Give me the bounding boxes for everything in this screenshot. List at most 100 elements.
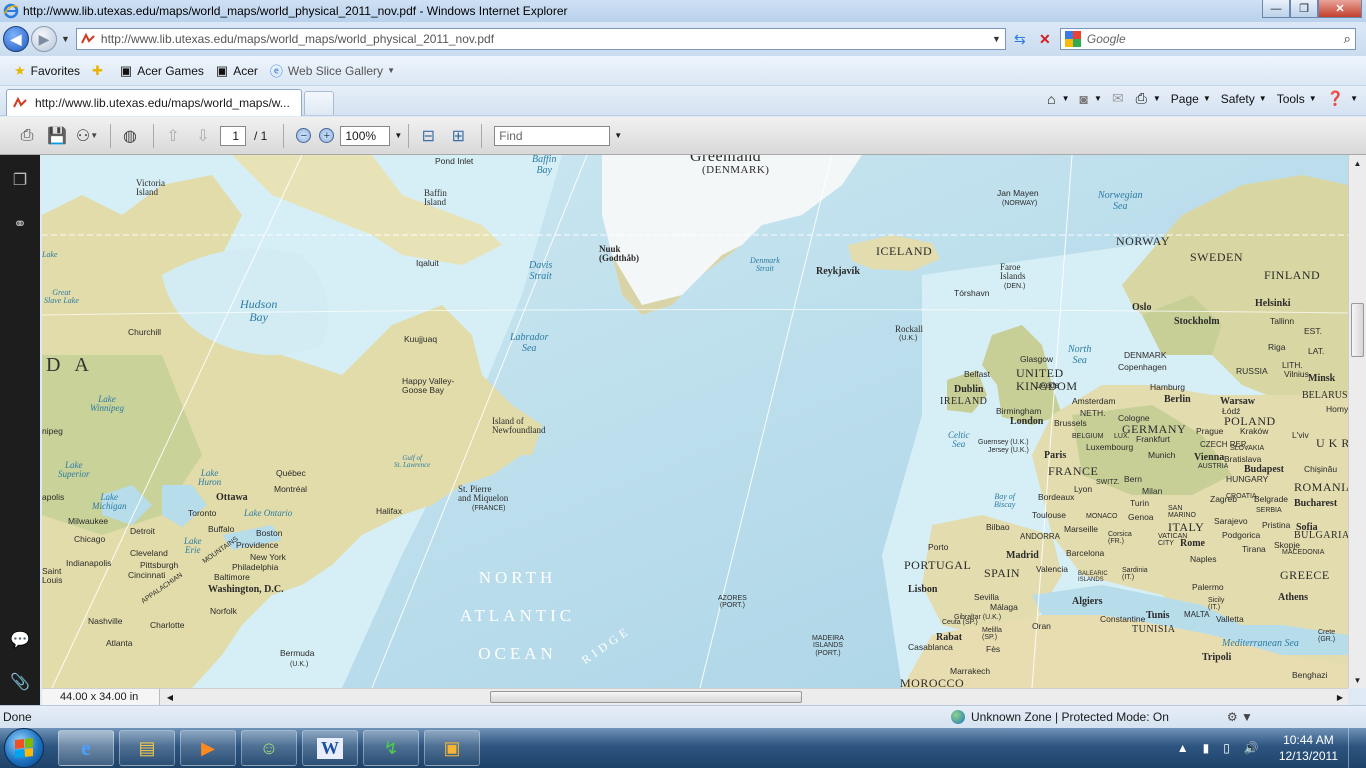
address-url[interactable]: http://www.lib.utexas.edu/maps/world_map… <box>101 32 988 46</box>
show-desktop-button[interactable] <box>1348 728 1360 768</box>
map-label: ANDORRA <box>1020 532 1061 541</box>
zoom-level-input[interactable]: 100% <box>340 125 391 146</box>
fav-item-acer[interactable]: ▣ Acer <box>216 63 258 79</box>
zoom-dropdown[interactable]: ▼ <box>394 131 402 140</box>
mail-button[interactable]: ✉ <box>1112 90 1126 107</box>
scroll-left-button[interactable]: ◀ <box>162 689 178 705</box>
scroll-right-button[interactable]: ▶ <box>1332 689 1348 705</box>
map-label: AUSTRIA <box>1198 463 1229 470</box>
battery-icon[interactable]: ▯ <box>1223 741 1230 755</box>
page-menu[interactable]: Page ▼ <box>1171 92 1211 106</box>
scroll-up-button[interactable]: ▲ <box>1349 155 1366 171</box>
map-label: Montréal <box>274 484 308 494</box>
pdf-toolbar: ⎙ 💾 ⚇ ▼ ◍ ⇧ ⇩ 1 / 1 − + 100% ▼ ⊟ ⊞ Find ▼ <box>0 117 1366 155</box>
map-label: Sardinia (IT.) <box>1122 567 1148 582</box>
back-button[interactable]: ◀ <box>3 26 29 52</box>
taskbar-app-orange[interactable]: ▣ <box>424 730 480 766</box>
close-button[interactable]: ✕ <box>1318 0 1362 18</box>
address-dropdown[interactable]: ▼ <box>992 34 1001 44</box>
map-label: Denmark Strait <box>750 256 780 274</box>
taskbar-app-green[interactable]: ↯ <box>363 730 419 766</box>
favorites-bar: ★ Favorites ✚ ▣ Acer Games ▣ Acer ⓔ Web … <box>0 56 1366 86</box>
fit-width-button[interactable]: ⊟ <box>415 123 441 149</box>
favorites-button[interactable]: ★ Favorites <box>14 63 80 79</box>
pdf-save-button[interactable]: 💾 <box>44 123 70 149</box>
find-input[interactable]: Find <box>494 125 611 146</box>
map-label: Nuuk (Godthåb) <box>599 244 640 264</box>
recent-pages-dropdown[interactable]: ▼ <box>61 34 70 44</box>
map-label: SERBIA <box>1256 507 1282 514</box>
zoom-in-button[interactable]: + <box>319 128 335 143</box>
prev-page-button[interactable]: ⇧ <box>160 123 186 149</box>
map-label: Casablanca <box>908 642 953 652</box>
fav-item-acer-games[interactable]: ▣ Acer Games <box>120 63 204 79</box>
app-icon: ↯ <box>383 737 399 758</box>
zoom-out-button[interactable]: − <box>296 128 312 143</box>
safety-menu[interactable]: Safety ▼ <box>1221 92 1267 106</box>
map-label: Belgrade <box>1254 494 1289 504</box>
comments-panel-button[interactable]: 💬 <box>9 629 31 651</box>
taskbar-internet-explorer[interactable]: e <box>58 730 114 766</box>
pages-icon: ❐ <box>12 172 28 189</box>
volume-icon[interactable]: 🔊 <box>1244 741 1259 755</box>
fav-item-web-slice-gallery[interactable]: ⓔ Web Slice Gallery ▼ <box>270 61 395 80</box>
map-label: Cologne <box>1118 413 1150 423</box>
map-label: Paris <box>1044 450 1067 461</box>
taskbar-explorer[interactable]: ▤ <box>119 730 175 766</box>
map-label: FINLAND <box>1264 268 1321 282</box>
vertical-scroll-thumb[interactable] <box>1351 303 1364 357</box>
search-icon[interactable]: ⌕ <box>1344 31 1351 47</box>
clock[interactable]: 10:44 AM 12/13/2011 <box>1279 732 1338 764</box>
stop-button[interactable]: ✕ <box>1034 28 1056 50</box>
home-button[interactable]: ⌂ ▼ <box>1047 91 1069 107</box>
search-input[interactable]: Google <box>1087 32 1344 46</box>
add-favorite-button[interactable]: ✚ <box>92 63 108 79</box>
horizontal-scroll-thumb[interactable] <box>490 691 802 703</box>
fit-page-button[interactable]: ⊞ <box>445 123 471 149</box>
search-box[interactable]: Google ⌕ <box>1059 28 1356 50</box>
home-icon: ⌂ <box>1047 90 1056 107</box>
refresh-button[interactable]: ⇆ <box>1009 28 1031 50</box>
attachments-panel-button[interactable]: 📎 <box>9 671 31 693</box>
minimize-button[interactable]: — <box>1262 0 1290 18</box>
show-hidden-icons-button[interactable]: ▲ <box>1177 741 1189 755</box>
page-number-input[interactable]: 1 <box>220 125 246 146</box>
network-icon[interactable]: ▮ <box>1203 741 1210 755</box>
address-bar[interactable]: http://www.lib.utexas.edu/maps/world_map… <box>75 28 1006 50</box>
feeds-button[interactable]: ◙ ▼ <box>1080 91 1102 107</box>
taskbar-media-player[interactable]: ▶ <box>180 730 236 766</box>
map-label: BELARUS <box>1302 390 1348 401</box>
map-label: Celtic Sea <box>948 430 970 450</box>
find-dropdown[interactable]: ▼ <box>614 131 622 140</box>
scroll-down-button[interactable]: ▼ <box>1349 672 1366 688</box>
tab-active[interactable]: http://www.lib.utexas.edu/maps/world_map… <box>6 89 302 116</box>
start-button[interactable] <box>4 728 44 768</box>
next-page-button[interactable]: ⇩ <box>190 123 216 149</box>
map-label: Leeds <box>1036 380 1060 390</box>
pages-panel-button[interactable]: ❐ <box>9 169 31 191</box>
tools-menu[interactable]: Tools ▼ <box>1277 92 1317 106</box>
map-label: Chişinău <box>1304 464 1338 474</box>
pdf-share-button[interactable]: ⚇ ▼ <box>74 123 100 149</box>
pdf-print-button[interactable]: ⎙ <box>14 123 40 149</box>
new-tab-button[interactable] <box>304 91 334 115</box>
google-icon <box>1064 31 1081 47</box>
taskbar-word[interactable]: W <box>302 730 358 766</box>
horizontal-scrollbar[interactable]: 44.00 x 34.00 in ◀ ▶ <box>42 688 1348 705</box>
security-zone[interactable]: Unknown Zone | Protected Mode: On <box>951 710 1169 724</box>
map-label: Cleveland <box>130 548 168 558</box>
print-button[interactable]: ⎙ ▼ <box>1136 90 1161 107</box>
maximize-button[interactable]: ❐ <box>1290 0 1318 18</box>
map-label: MALTA <box>1184 610 1210 619</box>
pdf-map-viewport[interactable]: Victoria Island Pond Inlet Baffin Bay Baff… <box>42 155 1348 688</box>
forward-button[interactable]: ▶ <box>31 26 57 52</box>
find-panel-button[interactable]: ⚭ <box>9 213 31 235</box>
zoom-control[interactable]: ⚙ ▼ <box>1227 710 1253 724</box>
vertical-scrollbar[interactable]: ▲ ▼ <box>1348 155 1366 688</box>
printer-icon: ⎙ <box>1135 90 1147 106</box>
help-button[interactable]: ❓ ▼ <box>1327 90 1358 107</box>
pdf-review-button[interactable]: ◍ <box>117 123 143 149</box>
taskbar-users[interactable]: ☺ <box>241 730 297 766</box>
map-label: DENMARK <box>1124 350 1167 360</box>
map-label: Tunis <box>1146 610 1170 621</box>
